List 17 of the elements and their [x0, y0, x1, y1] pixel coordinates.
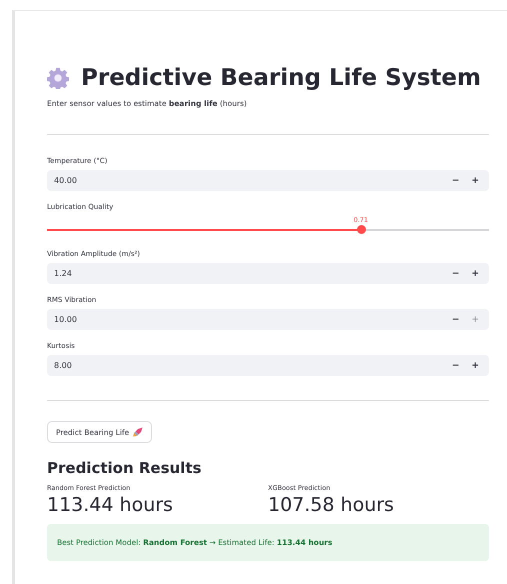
- section-heading: Prediction Results: [47, 459, 202, 477]
- slider-thumb[interactable]: [356, 225, 366, 234]
- increment-button[interactable]: +: [467, 176, 483, 186]
- decrement-button[interactable]: −: [448, 360, 464, 370]
- number-input[interactable]: 8.00 − +: [47, 355, 489, 376]
- rocket-icon: [133, 427, 144, 437]
- number-input[interactable]: 1.24 − +: [47, 263, 489, 284]
- metric-value: 113.44 hours: [47, 494, 174, 516]
- decrement-button[interactable]: −: [448, 176, 464, 186]
- gear-icon: [47, 67, 69, 89]
- decrement-button[interactable]: −: [448, 314, 464, 324]
- increment-button[interactable]: +: [467, 360, 483, 370]
- number-input[interactable]: 40.00 − +: [47, 170, 489, 191]
- metric-value: 107.58 hours: [268, 494, 395, 516]
- increment-button[interactable]: +: [467, 268, 483, 278]
- decrement-button[interactable]: −: [448, 268, 464, 278]
- page-title: Predictive Bearing Life System: [81, 65, 481, 91]
